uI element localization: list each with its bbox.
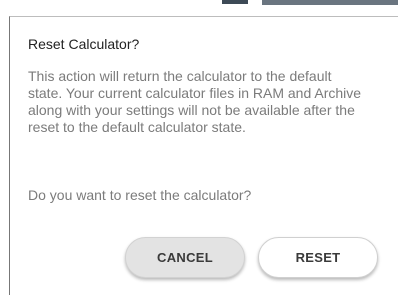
- dialog-question: Do you want to reset the calculator?: [28, 187, 252, 203]
- reset-button[interactable]: RESET: [258, 237, 378, 278]
- background-app-fragment: [262, 0, 398, 5]
- dialog-message: This action will return the calculator t…: [28, 68, 362, 135]
- background-app-fragment: [222, 0, 248, 4]
- dialog-title: Reset Calculator?: [28, 36, 140, 52]
- cancel-button[interactable]: CANCEL: [125, 237, 245, 278]
